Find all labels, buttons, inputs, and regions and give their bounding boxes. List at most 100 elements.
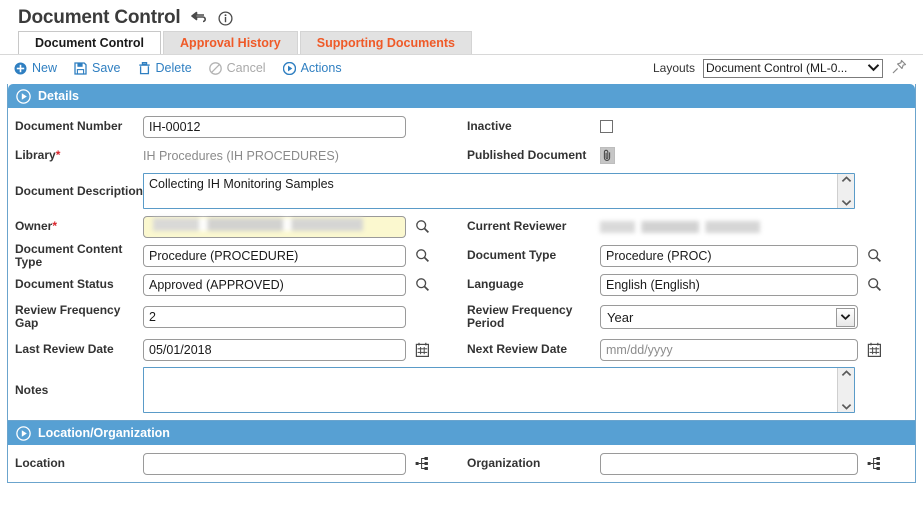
document-content-type-search-icon[interactable] [415,248,430,263]
review-frequency-gap-label: Review Frequency Gap [8,304,143,330]
last-review-date-input[interactable] [143,339,406,361]
form-row-owner: Owner* Current Reviewer [8,212,915,241]
tab-strip: Document Control Approval History Suppor… [0,30,923,54]
form-row-notes: Notes [8,364,915,416]
library-required-marker: * [56,148,61,162]
info-icon[interactable] [218,11,233,26]
document-status-input[interactable] [143,274,406,296]
form-row-library: Library* IH Procedures (IH PROCEDURES) P… [8,141,915,170]
plus-circle-icon [14,62,27,75]
location-hierarchy-picker-icon[interactable] [415,456,430,471]
delete-button-label: Delete [156,61,192,75]
toolbar: New Save Delete Cancel Actions [0,54,923,81]
library-value: IH Procedures (IH PROCEDURES) [143,145,339,167]
organization-input[interactable] [600,453,858,475]
new-button[interactable]: New [10,61,70,75]
language-label: Language [458,278,600,291]
notes-scroll-spinner[interactable] [837,368,854,412]
document-number-label: Document Number [8,120,143,133]
play-circle-icon [283,62,296,75]
notes-textarea[interactable] [143,367,855,413]
organization-hierarchy-picker-icon[interactable] [867,456,882,471]
details-section-header[interactable]: Details [8,84,915,108]
language-input[interactable] [600,274,858,296]
chevron-down-icon [836,308,855,327]
document-description-textarea[interactable]: Collecting IH Monitoring Samples [143,173,855,209]
language-search-icon[interactable] [867,277,882,292]
expander-triangle-icon [16,426,31,441]
floppy-disk-icon [74,62,87,75]
chevron-down-icon [841,199,852,206]
current-reviewer-value-redacted [600,221,760,233]
page-header: Document Control [0,0,923,30]
last-review-date-calendar-icon[interactable] [415,342,430,358]
next-review-date-input[interactable] [600,339,858,361]
review-frequency-period-value: Year [607,310,836,325]
description-scroll-spinner[interactable] [837,174,854,208]
owner-value-redacted [153,218,363,231]
current-reviewer-label: Current Reviewer [458,220,600,233]
actions-button[interactable]: Actions [279,61,355,75]
cancel-circle-icon [209,62,222,75]
tab-supporting-documents[interactable]: Supporting Documents [300,31,472,54]
form-row-review-frequency: Review Frequency Gap Review Frequency Pe… [8,299,915,335]
location-label: Location [8,457,143,470]
form-row-review-dates: Last Review Date Next Review Date [8,335,915,364]
next-review-date-label: Next Review Date [458,343,600,356]
form-row-document-content-type: Document Content Type Document Type [8,241,915,270]
inactive-checkbox[interactable] [600,120,613,133]
owner-search-icon[interactable] [415,219,430,234]
document-content-type-label: Document Content Type [8,243,143,269]
document-description-label: Document Description [8,185,143,198]
document-status-label: Document Status [8,278,143,291]
form-row-document-status: Document Status Language [8,270,915,299]
layouts-select-value: Document Control (ML-0... [706,60,867,77]
document-description-value: Collecting IH Monitoring Samples [144,174,837,208]
document-type-input[interactable] [600,245,858,267]
chevron-up-icon [841,176,852,183]
cancel-button[interactable]: Cancel [205,61,279,75]
document-content-type-input[interactable] [143,245,406,267]
review-frequency-period-select[interactable]: Year [600,305,858,329]
owner-label: Owner* [8,220,143,233]
inactive-label: Inactive [458,120,600,133]
organization-label: Organization [458,457,600,470]
document-status-search-icon[interactable] [415,277,430,292]
document-type-label: Document Type [458,249,600,262]
delete-button[interactable]: Delete [134,61,205,75]
location-organization-section-header[interactable]: Location/Organization [8,421,915,445]
form-row-document-description: Document Description Collecting IH Monit… [8,170,915,212]
new-button-label: New [32,61,57,75]
location-organization-panel: Location/Organization Location Organizat… [7,421,916,483]
form-row-document-number: Document Number Inactive [8,112,915,141]
next-review-date-calendar-icon[interactable] [867,342,882,358]
toolbar-actions: New Save Delete Cancel Actions [10,61,355,75]
location-input[interactable] [143,453,406,475]
tab-document-control[interactable]: Document Control [18,31,161,54]
last-review-date-label: Last Review Date [8,343,143,356]
review-frequency-gap-input[interactable] [143,306,406,328]
owner-required-marker: * [52,219,57,233]
document-number-input[interactable] [143,116,406,138]
pin-icon[interactable] [891,59,907,78]
notes-label: Notes [8,384,143,397]
layouts-select[interactable]: Document Control (ML-0... [703,59,883,78]
save-button[interactable]: Save [70,61,134,75]
published-document-label: Published Document [458,149,600,162]
expander-triangle-icon [16,89,31,104]
toolbar-right: Layouts Document Control (ML-0... [653,59,913,78]
details-section-title: Details [38,89,79,103]
location-organization-form: Location Organization [8,445,915,482]
form-row-location: Location Organization [8,449,915,478]
undo-arrow-icon[interactable] [191,11,208,26]
details-panel: Details Document Number Inactive Library… [7,84,916,421]
document-type-search-icon[interactable] [867,248,882,263]
paperclip-icon[interactable] [600,147,615,164]
chevron-up-icon [841,370,852,377]
location-organization-section-title: Location/Organization [38,426,170,440]
actions-button-label: Actions [301,61,342,75]
tab-approval-history[interactable]: Approval History [163,31,298,54]
owner-input[interactable] [143,216,406,238]
review-frequency-period-label: Review Frequency Period [458,304,600,330]
notes-value [144,368,837,412]
